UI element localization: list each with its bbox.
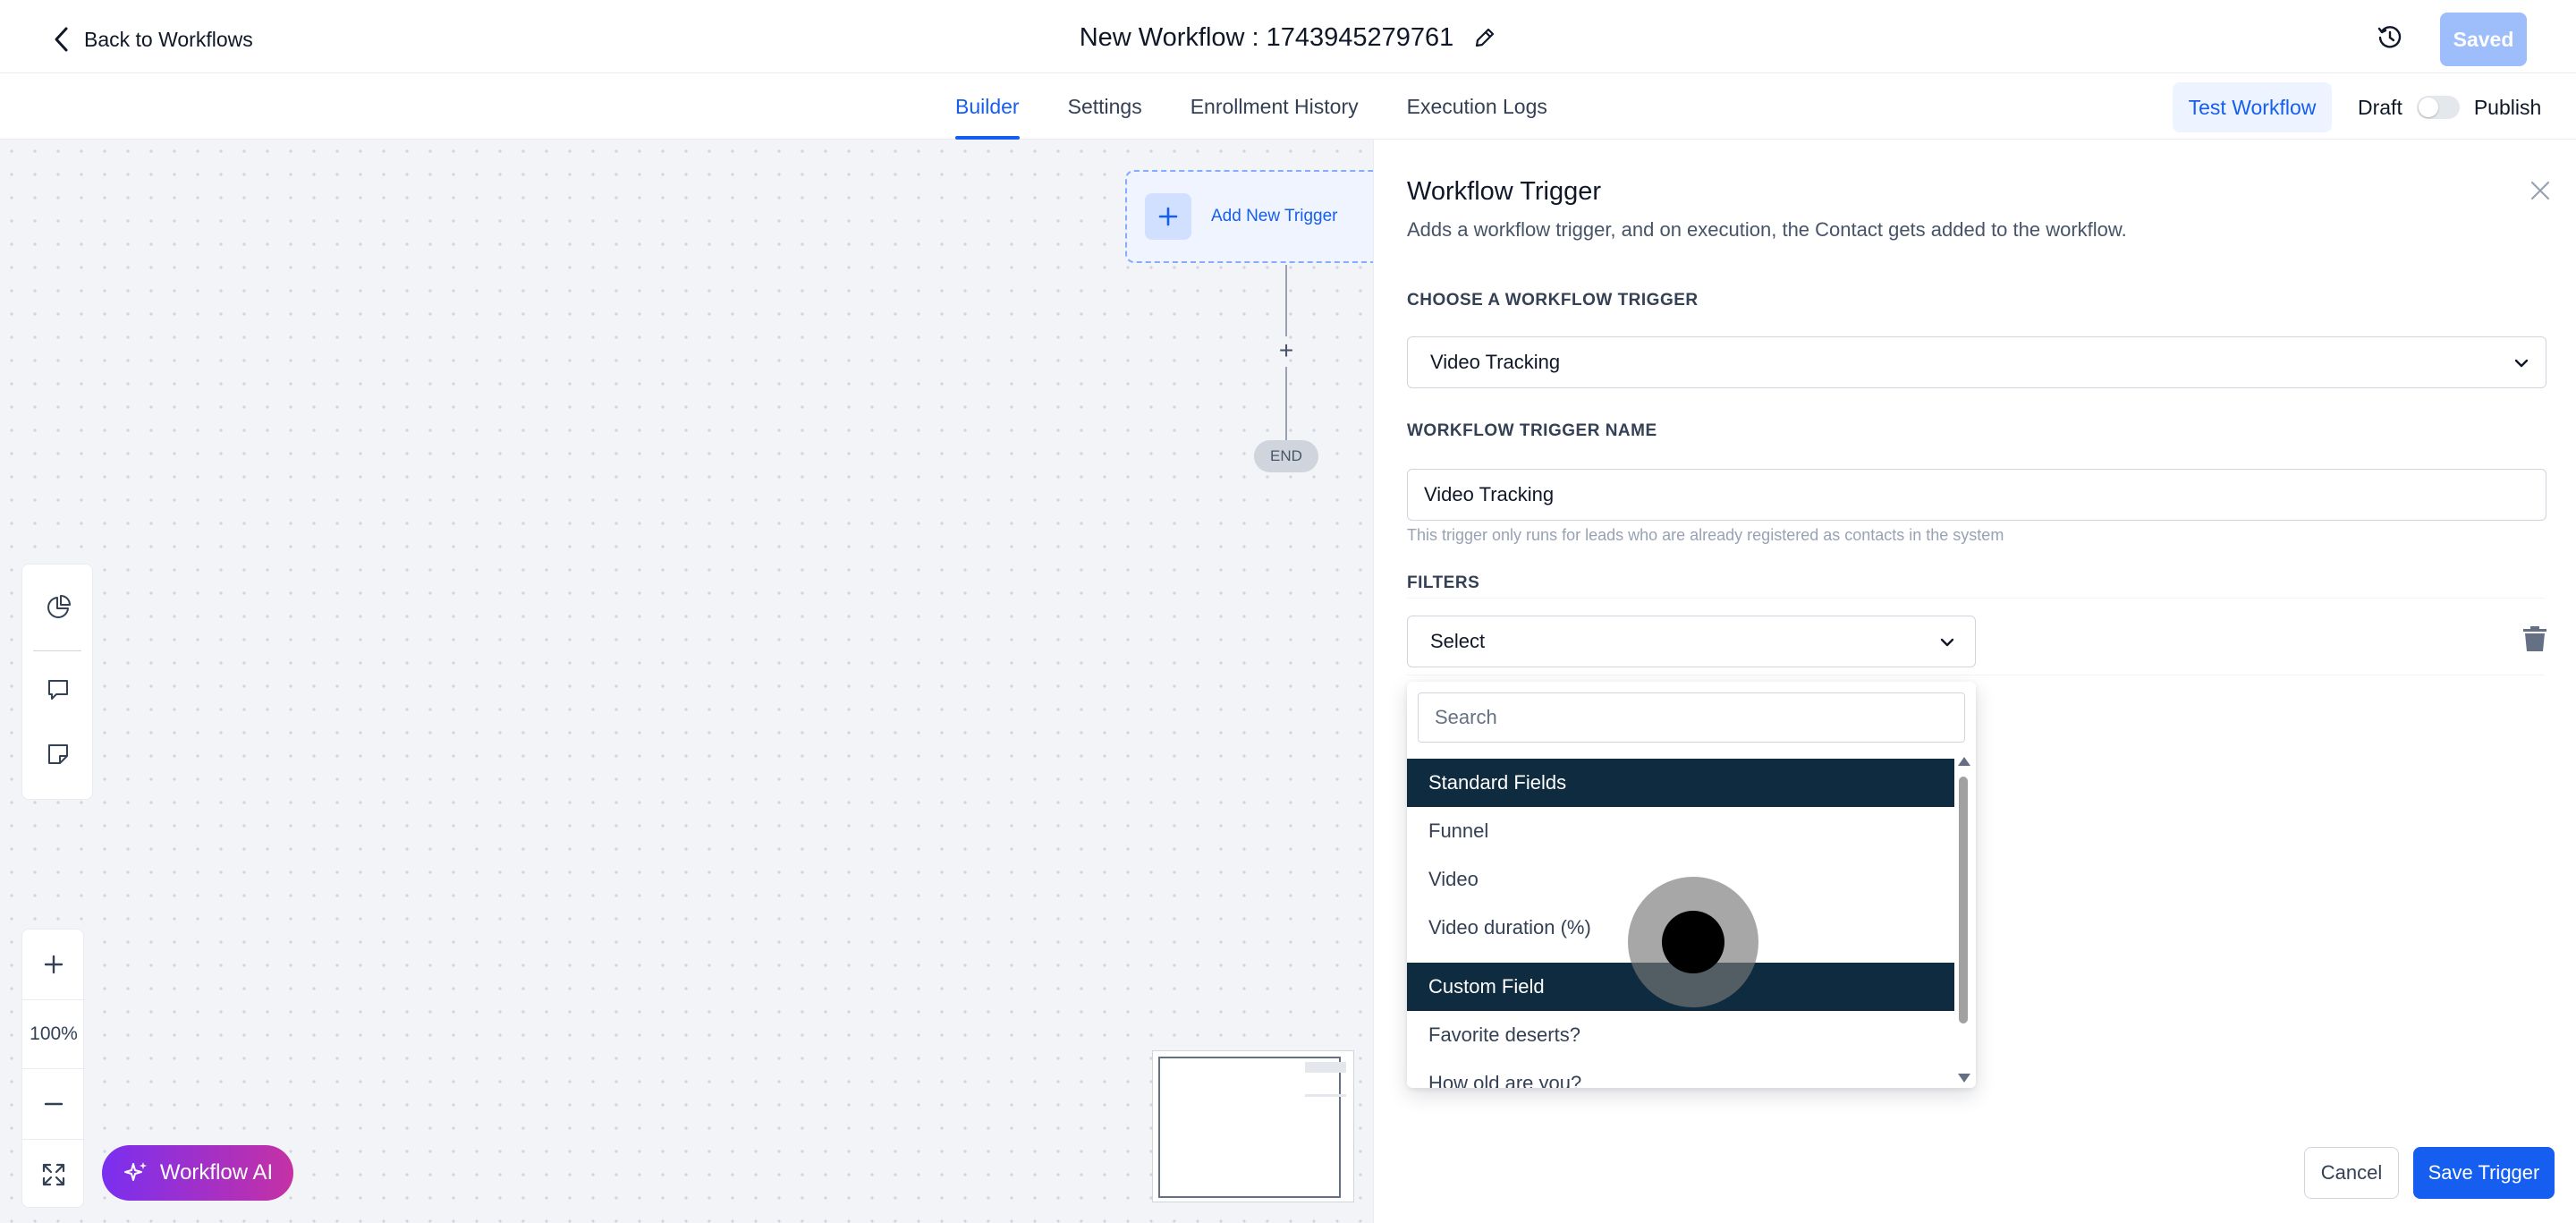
tool-divider: [33, 650, 81, 651]
sticky-note-icon[interactable]: [44, 740, 72, 769]
dropdown-search-input[interactable]: [1418, 692, 1965, 743]
cancel-button[interactable]: Cancel: [2304, 1147, 2399, 1199]
plus-icon: [1145, 193, 1191, 240]
minimap-viewport: [1158, 1057, 1341, 1198]
publish-toggle-group: Draft Publish: [2358, 82, 2541, 132]
close-icon[interactable]: [2529, 179, 2552, 202]
zoom-in-button[interactable]: [22, 930, 85, 999]
scroll-down-icon[interactable]: [1958, 1074, 1970, 1083]
workflow-ai-button[interactable]: Workflow AI: [102, 1145, 293, 1201]
pencil-icon[interactable]: [1473, 26, 1496, 49]
minus-icon: [44, 1102, 64, 1106]
tab-enrollment-history[interactable]: Enrollment History: [1191, 73, 1359, 140]
fit-view-button[interactable]: [22, 1139, 85, 1209]
publish-label: Publish: [2473, 95, 2542, 119]
add-step-button[interactable]: +: [1274, 336, 1299, 364]
dropdown-option[interactable]: Funnel: [1407, 807, 1954, 855]
dropdown-scrollbar[interactable]: [1956, 753, 1970, 1086]
scrollbar-thumb[interactable]: [1959, 777, 1968, 1023]
dropdown-option[interactable]: Favorite deserts?: [1407, 1011, 1954, 1059]
top-header: Back to Workflows New Workflow : 1743945…: [0, 0, 2576, 73]
panel-subtitle: Adds a workflow trigger, and on executio…: [1407, 218, 2127, 241]
canvas-tool-panel: [21, 564, 93, 800]
workflow-title: New Workflow : 1743945279761: [1079, 22, 1454, 52]
canvas-minimap[interactable]: [1152, 1050, 1354, 1202]
draft-label: Draft: [2358, 95, 2402, 119]
tab-list: Builder Settings Enrollment History Exec…: [955, 73, 1547, 140]
panel-title: Workflow Trigger: [1407, 177, 1602, 206]
publish-toggle[interactable]: [2416, 96, 2460, 119]
sparkle-icon: [123, 1162, 147, 1181]
tab-execution-logs[interactable]: Execution Logs: [1407, 73, 1547, 140]
trigger-type-select[interactable]: Video Tracking: [1407, 336, 2546, 388]
chevron-down-icon: [1940, 638, 1954, 647]
trigger-help-text: This trigger only runs for leads who are…: [1407, 526, 2004, 544]
scroll-up-icon[interactable]: [1958, 757, 1970, 766]
comment-icon[interactable]: [44, 675, 72, 704]
plus-icon: [44, 955, 64, 974]
minimap-node: [1305, 1094, 1346, 1097]
zoom-level: 100%: [22, 999, 85, 1069]
add-trigger-label: Add New Trigger: [1211, 207, 1338, 225]
end-node: END: [1254, 440, 1318, 472]
trigger-name-label: WORKFLOW TRIGGER NAME: [1407, 421, 1657, 440]
click-indicator-dot: [1662, 911, 1724, 973]
filter-row-divider: [1407, 598, 2545, 599]
dropdown-option[interactable]: How old are you?: [1407, 1059, 1954, 1088]
filter-field-select[interactable]: Select: [1407, 616, 1976, 667]
zoom-out-button[interactable]: [22, 1069, 85, 1139]
workflow-title-group: New Workflow : 1743945279761: [0, 20, 2576, 55]
minimap-node: [1305, 1062, 1346, 1073]
trigger-name-input[interactable]: [1407, 469, 2546, 521]
filter-select-value: Select: [1430, 630, 1486, 652]
chevron-down-icon: [2514, 359, 2529, 368]
choose-trigger-label: CHOOSE A WORKFLOW TRIGGER: [1407, 291, 1699, 310]
test-workflow-button[interactable]: Test Workflow: [2173, 82, 2332, 132]
saved-button[interactable]: Saved: [2440, 13, 2527, 66]
tab-builder[interactable]: Builder: [955, 73, 1020, 140]
connector-line: [1285, 265, 1287, 336]
tab-settings[interactable]: Settings: [1068, 73, 1142, 140]
workflow-ai-label: Workflow AI: [159, 1160, 274, 1185]
save-trigger-button[interactable]: Save Trigger: [2413, 1147, 2555, 1199]
add-new-trigger-node[interactable]: Add New Trigger: [1125, 170, 1385, 263]
trigger-type-value: Video Tracking: [1430, 351, 1561, 373]
history-icon[interactable]: [2376, 23, 2404, 52]
option-group-header: Standard Fields: [1407, 759, 1954, 807]
expand-icon: [42, 1163, 65, 1185]
filters-label: FILTERS: [1407, 573, 1480, 592]
workflow-trigger-panel: Workflow Trigger Adds a workflow trigger…: [1373, 140, 2576, 1223]
connector-line: [1285, 367, 1287, 440]
zoom-controls: 100%: [21, 929, 85, 1209]
trash-icon[interactable]: [2521, 623, 2548, 653]
pie-chart-icon[interactable]: [44, 593, 72, 622]
